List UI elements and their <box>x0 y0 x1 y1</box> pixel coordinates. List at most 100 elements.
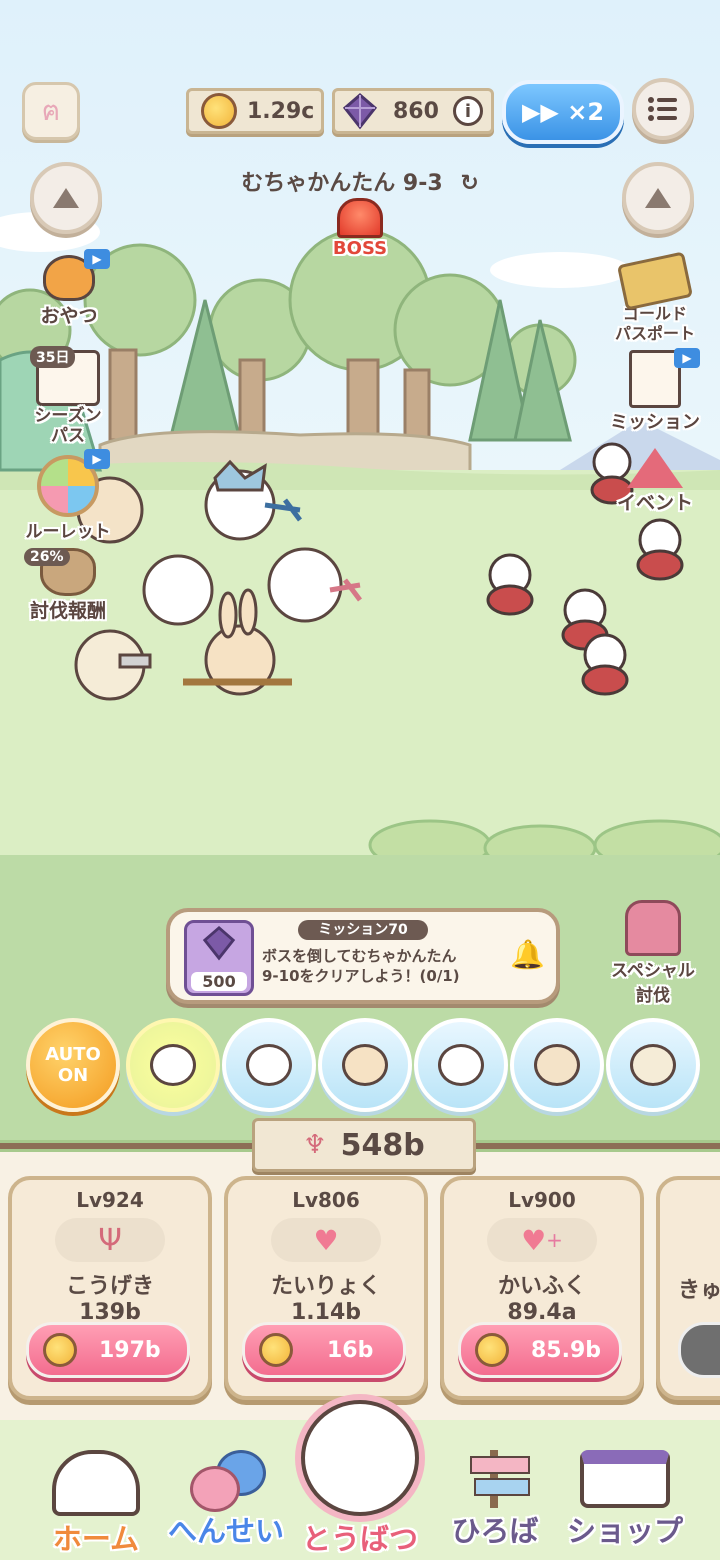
auto-toggle[interactable]: AUTO ON <box>26 1018 120 1112</box>
coin-amount: 1.29c <box>247 98 315 124</box>
profile-avatar-icon: ฅ <box>41 94 61 127</box>
menu-icon <box>648 97 677 121</box>
hero-avatar-icon <box>438 1044 484 1086</box>
nav-home-label: ホーム <box>52 1522 140 1556</box>
speed-button[interactable]: ▶▶ ×2 <box>502 80 624 144</box>
mission-text-line2: 9-10をクリアしよう！(0/1) <box>262 967 460 985</box>
bell-icon: 🔔 <box>510 938 545 971</box>
hero-slot-2[interactable] <box>222 1018 316 1112</box>
special-hunt-button[interactable]: スペシャル 討伐 <box>598 900 708 1006</box>
nav-hunt-label: とうばつ <box>301 1522 418 1556</box>
right-collapse-button[interactable] <box>622 162 694 234</box>
heart-icon: ♥ <box>271 1218 381 1262</box>
stage-title: むちゃかんたん 9-3 ↻ <box>180 165 540 197</box>
season-pass-menu[interactable]: 35日 シーズン パス <box>22 346 114 446</box>
stage-title-text: むちゃかんたん 9-3 <box>241 171 443 196</box>
menu-button[interactable] <box>632 78 694 140</box>
roulette-menu[interactable]: ▶ ルーレット <box>18 449 118 542</box>
upgrade-card-attack: Lv924 Ψ こうげき 139b 197b <box>8 1176 212 1400</box>
mission-menu[interactable]: ▶ ミッション <box>600 348 710 434</box>
hunt-reward-progress-badge: 26% <box>24 548 70 566</box>
snack-label: おやつ <box>40 305 98 327</box>
nav-plaza[interactable]: ひろば <box>440 1450 550 1550</box>
coin-icon <box>259 1333 293 1367</box>
event-menu[interactable]: イベント <box>600 448 710 515</box>
refresh-icon[interactable]: ↻ <box>460 171 478 196</box>
coin-counter: 1.29c <box>186 88 324 134</box>
upgrade-card-partial: きゅ <box>656 1176 720 1400</box>
upgrade-level: Lv900 <box>508 1188 576 1212</box>
special-label-line1: スペシャル <box>611 961 695 981</box>
season-pass-days-badge: 35日 <box>30 346 76 368</box>
upgrade-level: Lv806 <box>292 1188 360 1212</box>
power-sign: ♆ 548b <box>252 1118 476 1172</box>
heart-plus-icon: ♥ + <box>487 1218 597 1262</box>
power-value: 548b <box>340 1127 425 1163</box>
mission-text: ボスを倒してむちゃかんたん 9-10をクリアしよう！(0/1) <box>262 946 518 986</box>
nav-hunt[interactable]: とうばつ <box>290 1400 430 1558</box>
mission-text-line1: ボスを倒してむちゃかんたん <box>262 947 457 965</box>
coin-icon <box>201 93 237 129</box>
gold-passport-label: ゴールド パスポート <box>614 304 695 343</box>
house-icon <box>52 1450 140 1516</box>
upgrade-name: かいふく <box>497 1274 586 1299</box>
flame-weapon-icon: ♆ <box>303 1130 327 1160</box>
hero-slot-3[interactable] <box>318 1018 412 1112</box>
hero-slot-6[interactable] <box>606 1018 700 1112</box>
siren-icon <box>337 198 383 238</box>
upgrade-price: 16b <box>327 1337 374 1363</box>
left-collapse-button[interactable] <box>30 162 102 234</box>
video-ad-icon: ▶ <box>84 249 110 269</box>
hero-avatar-icon <box>150 1044 196 1086</box>
hunt-reward-menu[interactable]: 26% 討伐報酬 <box>18 548 118 623</box>
hero-slot-5[interactable] <box>510 1018 604 1112</box>
video-ad-icon: ▶ <box>84 449 110 469</box>
info-icon[interactable]: i <box>452 96 483 126</box>
nav-home[interactable]: ホーム <box>40 1450 152 1558</box>
gold-passport-menu[interactable]: ゴールド パスポート <box>600 251 710 344</box>
mission-menu-label: ミッション <box>610 412 700 433</box>
upgrade-card-heal: Lv900 ♥ + かいふく 89.4a 85.9b <box>440 1176 644 1400</box>
nav-formation[interactable]: へんせい <box>160 1450 292 1550</box>
nav-shop-label: ショップ <box>566 1514 683 1548</box>
bottom-nav: ホーム へんせい とうばつ ひろば ショップ <box>0 1400 720 1560</box>
video-ad-icon: ▶ <box>674 348 700 368</box>
boss-label: BOSS <box>332 238 388 259</box>
gem-icon <box>202 925 236 961</box>
nav-plaza-label: ひろば <box>451 1514 539 1548</box>
nav-shop[interactable]: ショップ <box>560 1450 690 1550</box>
special-label-line2: 討伐 <box>636 986 670 1006</box>
boss-button[interactable]: BOSS <box>320 198 400 268</box>
hunt-reward-label: 討伐報酬 <box>29 600 106 622</box>
mission-reward-amount: 500 <box>191 972 247 991</box>
ticket-icon <box>616 251 694 311</box>
mission-reward-box: 500 <box>184 920 254 996</box>
upgrade-price: 85.9b <box>531 1337 602 1363</box>
hero-slot-4[interactable] <box>414 1018 508 1112</box>
hero-avatar-icon <box>246 1044 292 1086</box>
upgrade-buy-button[interactable] <box>678 1322 720 1378</box>
nav-formation-label: へんせい <box>167 1514 284 1548</box>
hunt-hero-icon <box>301 1400 419 1516</box>
gem-counter: 860 i <box>332 88 494 134</box>
upgrade-buy-button[interactable]: 16b <box>242 1322 406 1378</box>
signpost-icon <box>460 1450 530 1508</box>
hero-avatar-icon <box>342 1044 388 1086</box>
roulette-label: ルーレット <box>25 522 111 542</box>
snack-menu[interactable]: ▶ おやつ <box>24 249 114 328</box>
season-pass-label: シーズン パス <box>34 406 102 446</box>
event-label: イベント <box>616 492 693 514</box>
upgrade-buy-button[interactable]: 85.9b <box>458 1322 622 1378</box>
mission-banner[interactable]: 500 ミッション70 ボスを倒してむちゃかんたん 9-10をクリアしよう！(0… <box>166 908 560 1004</box>
shop-truck-icon <box>580 1450 670 1508</box>
attack-weapon-icon: Ψ <box>55 1218 165 1262</box>
upgrade-buy-button[interactable]: 197b <box>26 1322 190 1378</box>
triangle-up-icon <box>53 188 79 208</box>
hero-slot-1[interactable] <box>126 1018 220 1112</box>
upgrade-card-hp: Lv806 ♥ たいりょく 1.14b 16b <box>224 1176 428 1400</box>
gem-amount: 860 <box>393 98 439 124</box>
mission-title-badge: ミッション70 <box>298 920 428 940</box>
upgrade-name: きゅ <box>678 1278 720 1303</box>
coin-icon <box>475 1333 509 1367</box>
profile-button[interactable]: ฅ <box>22 82 80 140</box>
